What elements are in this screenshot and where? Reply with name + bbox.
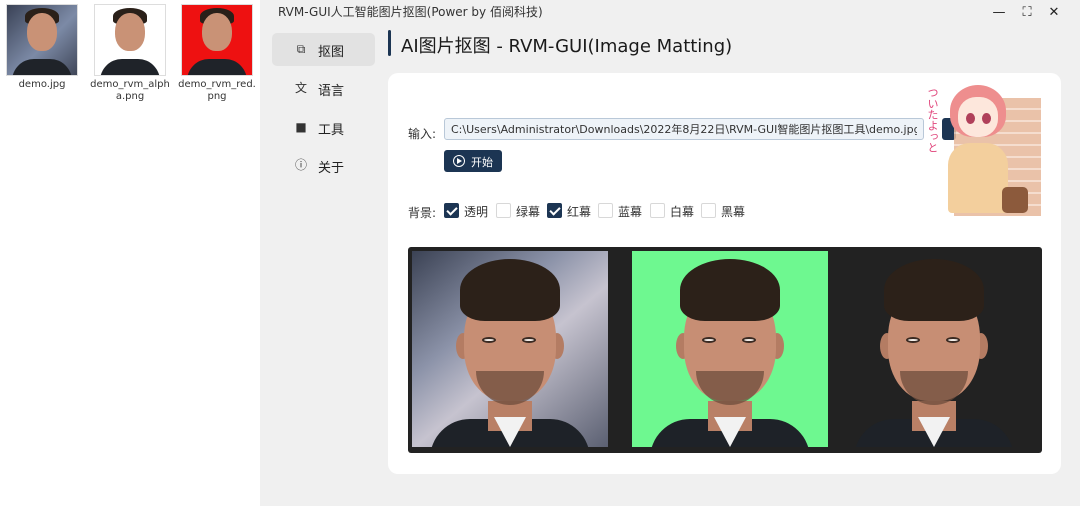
- option-label: 红幕: [567, 205, 592, 219]
- title-accent-bar: [388, 30, 391, 56]
- nav-item-label: 语言: [318, 84, 345, 99]
- checkbox[interactable]: [598, 203, 613, 218]
- page-title: AI图片抠图 - RVM-GUI(Image Matting): [401, 36, 733, 57]
- toolbox-icon: ■: [295, 120, 307, 134]
- start-button-label: 开始: [471, 156, 493, 169]
- file-thumbnail: [6, 4, 78, 76]
- preview-transparent-image: [836, 251, 1032, 447]
- file-item-red[interactable]: demo_rvm_red.png: [177, 4, 257, 103]
- maximize-button[interactable]: ⛶: [1016, 4, 1038, 22]
- app-window: RVM-GUI人工智能图片抠图(Power by 佰阅科技) — ⛶ ✕ ⧉ 抠…: [260, 0, 1080, 506]
- minimize-button[interactable]: —: [988, 4, 1010, 22]
- mascot-illustration: ついたよっと: [924, 83, 1041, 216]
- close-button[interactable]: ✕: [1043, 4, 1065, 22]
- input-path-field[interactable]: [444, 118, 924, 140]
- title-bar: RVM-GUI人工智能图片抠图(Power by 佰阅科技) — ⛶ ✕: [260, 0, 1080, 24]
- background-label: 背景:: [408, 206, 437, 220]
- option-label: 绿幕: [516, 205, 541, 219]
- option-label: 蓝幕: [618, 205, 643, 219]
- checkbox[interactable]: [701, 203, 716, 218]
- input-label: 输入:: [408, 127, 437, 141]
- checkbox[interactable]: [650, 203, 665, 218]
- preview-panel: [408, 247, 1042, 453]
- nav-item-about[interactable]: ⓘ 关于: [272, 149, 375, 182]
- nav-item-matting[interactable]: ⧉ 抠图: [272, 33, 375, 66]
- start-button[interactable]: 开始: [444, 150, 502, 172]
- info-icon: ⓘ: [294, 158, 307, 172]
- file-name: demo_rvm_alpha.png: [90, 79, 170, 102]
- checkbox[interactable]: [496, 203, 511, 218]
- file-explorer: demo.jpg demo_rvm_alpha.png demo_rvm_red…: [0, 0, 260, 506]
- matting-card: 输入: 开始 背景: 透明 绿幕 红幕 蓝幕 白幕 黑: [388, 73, 1061, 474]
- nav-item-label: 工具: [318, 123, 345, 138]
- file-thumbnail: [181, 4, 253, 76]
- window-title: RVM-GUI人工智能图片抠图(Power by 佰阅科技): [278, 5, 543, 19]
- image-cut-icon: ⧉: [296, 42, 306, 56]
- nav-item-language[interactable]: 文 语言: [272, 72, 375, 105]
- nav-item-label: 抠图: [318, 45, 345, 60]
- translate-icon: 文: [294, 81, 307, 95]
- nav-item-tools[interactable]: ■ 工具: [272, 111, 375, 144]
- file-thumbnail: [94, 4, 166, 76]
- play-icon: [453, 155, 465, 167]
- option-label: 黑幕: [721, 205, 746, 219]
- file-item-alpha[interactable]: demo_rvm_alpha.png: [90, 4, 170, 103]
- preview-original-image: [412, 251, 608, 447]
- file-name: demo.jpg: [18, 79, 66, 90]
- preview-green-image: [632, 251, 828, 447]
- mascot-text: ついたよっと: [926, 87, 939, 153]
- file-name: demo_rvm_red.png: [178, 79, 256, 102]
- checkbox[interactable]: [547, 203, 562, 218]
- nav-item-label: 关于: [318, 161, 345, 176]
- option-label: 透明: [464, 205, 489, 219]
- file-item-demo[interactable]: demo.jpg: [2, 4, 82, 91]
- option-label: 白幕: [670, 205, 695, 219]
- checkbox[interactable]: [444, 203, 459, 218]
